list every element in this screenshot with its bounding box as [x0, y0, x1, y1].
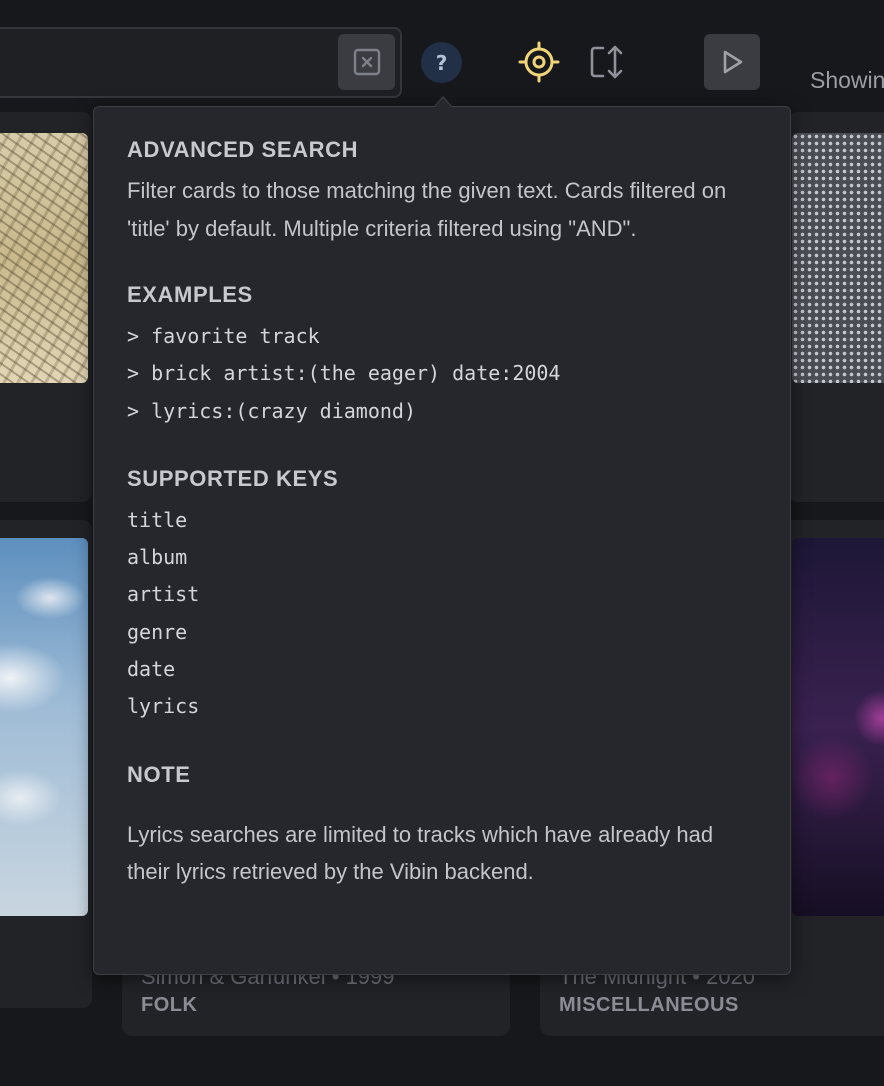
- play-button[interactable]: [704, 34, 760, 90]
- question-mark-icon: ?: [435, 50, 448, 75]
- example-item: > brick artist:(the eager) date:2004: [127, 361, 561, 386]
- showing-count-text: Showin: [810, 67, 884, 93]
- key-item: lyrics: [127, 694, 200, 719]
- clear-search-button[interactable]: [338, 34, 395, 90]
- note-text: Lyrics searches are limited to tracks wh…: [127, 821, 714, 885]
- supported-keys-list: title album artist genre date lyrics: [127, 502, 757, 726]
- key-item: album: [127, 545, 188, 570]
- examples-heading: EXAMPLES: [127, 282, 253, 307]
- note-heading: NOTE: [127, 761, 191, 787]
- crosshair-icon: [518, 41, 560, 83]
- album-art[interactable]: [0, 133, 88, 383]
- card-genre: MISCELLANEOUS: [559, 994, 739, 1016]
- clear-x-icon: [353, 48, 380, 76]
- popover-description: Filter cards to those matching the given…: [127, 178, 727, 241]
- example-item: > favorite track: [127, 324, 320, 348]
- resize-vertical-icon: [590, 45, 623, 79]
- key-item: artist: [127, 582, 200, 607]
- example-item: > lyrics:(crazy diamond): [127, 398, 416, 423]
- popover-title: ADVANCED SEARCH: [127, 137, 359, 162]
- examples-list: > favorite track > brick artist:(the eag…: [127, 318, 757, 430]
- help-button[interactable]: ?: [421, 42, 462, 83]
- key-item: title: [127, 507, 188, 532]
- key-item: date: [127, 657, 176, 682]
- expand-cards-button[interactable]: [587, 40, 627, 84]
- popover-arrow-fill: [434, 98, 452, 108]
- album-art[interactable]: [792, 538, 884, 916]
- key-item: genre: [127, 619, 188, 644]
- album-art[interactable]: [0, 538, 88, 916]
- play-icon: [723, 50, 743, 74]
- supported-keys-heading: SUPPORTED KEYS: [127, 465, 339, 491]
- card-genre: FOLK: [141, 994, 198, 1016]
- locate-current-button[interactable]: [518, 40, 560, 84]
- advanced-search-help-popover: ADVANCED SEARCH Filter cards to those ma…: [93, 106, 791, 975]
- album-art[interactable]: [792, 133, 884, 383]
